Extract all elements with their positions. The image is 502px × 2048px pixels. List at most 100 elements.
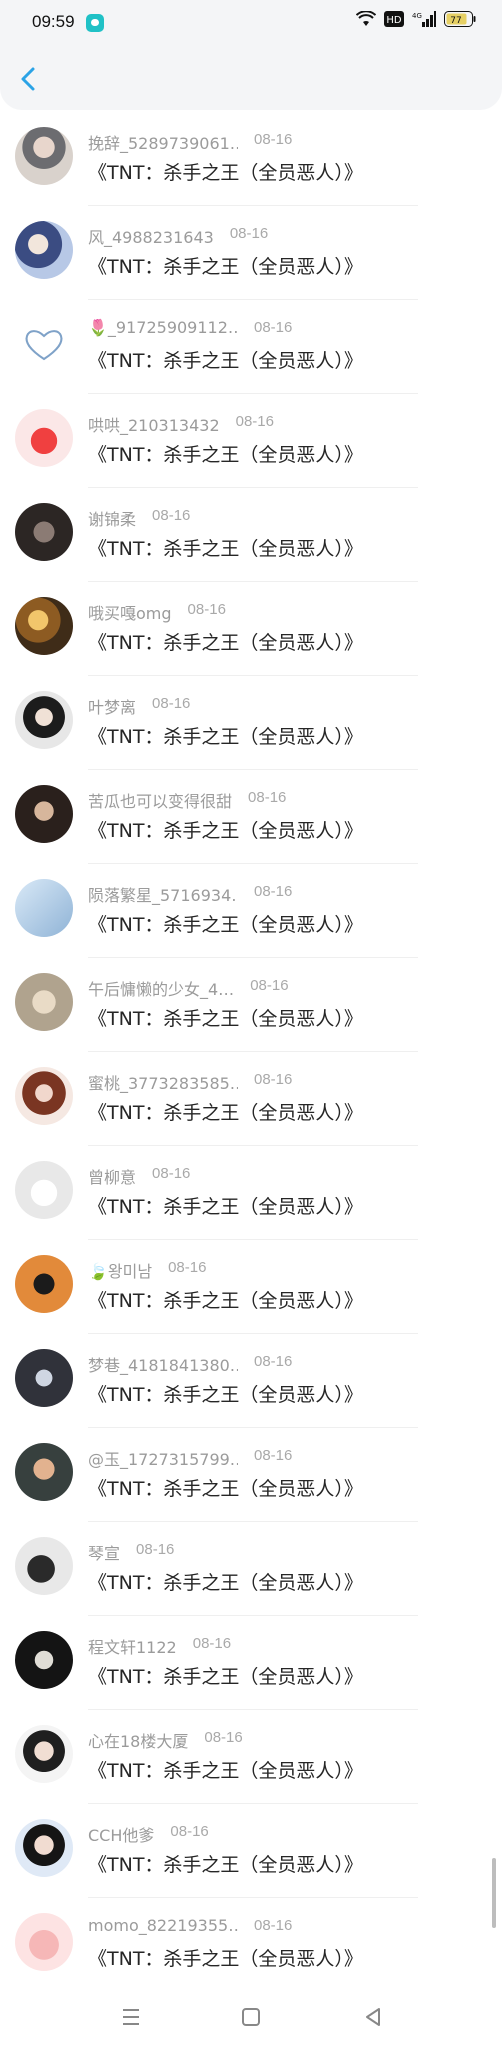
avatar[interactable] — [15, 879, 73, 937]
menu-button[interactable] — [116, 2002, 146, 2032]
comment-date: 08-16 — [152, 507, 191, 524]
comment-text: 《TNT：杀手之王（全员恶人）》 — [88, 1948, 363, 1970]
list-item[interactable]: 风_4988231643 08-16 《TNT：杀手之王（全员恶人）》 — [0, 206, 502, 300]
list-item[interactable]: momo_82219355… 08-16 《TNT：杀手之王（全员恶人）》 — [0, 1898, 502, 1992]
comment-date: 08-16 — [254, 131, 293, 148]
comment-text: 《TNT：杀手之王（全员恶人）》 — [88, 1290, 363, 1312]
avatar[interactable] — [15, 1067, 73, 1125]
avatar[interactable] — [15, 1443, 73, 1501]
list-item[interactable]: 叶梦离 08-16 《TNT：杀手之王（全员恶人）》 — [0, 676, 502, 770]
avatar[interactable] — [15, 1255, 73, 1313]
avatar[interactable] — [15, 315, 73, 373]
list-item[interactable]: 琴宣 08-16 《TNT：杀手之王（全员恶人）》 — [0, 1522, 502, 1616]
username[interactable]: 苦瓜也可以变得很甜 — [88, 788, 232, 812]
list-item[interactable]: 🌷_91725909112… 08-16 《TNT：杀手之王（全员恶人）》 — [0, 300, 502, 394]
comment-text: 《TNT：杀手之王（全员恶人）》 — [88, 820, 363, 842]
username[interactable]: 曾柳意 — [88, 1164, 136, 1188]
username[interactable]: 琴宣 — [88, 1540, 120, 1564]
list-item[interactable]: 苦瓜也可以变得很甜 08-16 《TNT：杀手之王（全员恶人）》 — [0, 770, 502, 864]
chat-app-icon — [86, 14, 104, 32]
username[interactable]: 风_4988231643 — [88, 224, 214, 248]
list-item[interactable]: 心在18楼大厦 08-16 《TNT：杀手之王（全员恶人）》 — [0, 1710, 502, 1804]
list-item[interactable]: 挽辞_5289739061… 08-16 《TNT：杀手之王（全员恶人）》 — [0, 112, 502, 206]
avatar[interactable] — [15, 1349, 73, 1407]
list-item[interactable]: 曾柳意 08-16 《TNT：杀手之王（全员恶人）》 — [0, 1146, 502, 1240]
avatar[interactable] — [15, 1725, 73, 1783]
comment-text: 《TNT：杀手之王（全员恶人）》 — [88, 1666, 363, 1688]
list-item[interactable]: CCH他爹 08-16 《TNT：杀手之王（全员恶人）》 — [0, 1804, 502, 1898]
status-bar: 09:59 HD 4G 77 — [0, 0, 502, 46]
back-triangle-icon — [366, 2008, 380, 2026]
username[interactable]: 梦巷_4181841380… — [88, 1352, 238, 1376]
list-item[interactable]: 午后慵懒的少女_4… 08-16 《TNT：杀手之王（全员恶人）》 — [0, 958, 502, 1052]
comment-date: 08-16 — [254, 883, 293, 900]
back-button[interactable] — [14, 64, 44, 94]
avatar[interactable] — [15, 221, 73, 279]
avatar[interactable] — [15, 127, 73, 185]
avatar[interactable] — [15, 597, 73, 655]
username[interactable]: 谢锦柔 — [88, 506, 136, 530]
avatar[interactable] — [15, 1631, 73, 1689]
avatar[interactable] — [15, 1161, 73, 1219]
username[interactable]: 蜜桃_3773283585… — [88, 1070, 238, 1094]
list-item[interactable]: 蜜桃_3773283585… 08-16 《TNT：杀手之王（全员恶人）》 — [0, 1052, 502, 1146]
comment-text: 《TNT：杀手之王（全员恶人）》 — [88, 1102, 363, 1124]
avatar[interactable] — [15, 1913, 73, 1971]
list-item[interactable]: 🍃왕미남 08-16 《TNT：杀手之王（全员恶人）》 — [0, 1240, 502, 1334]
list-item[interactable]: 哄哄_210313432 08-16 《TNT：杀手之王（全员恶人）》 — [0, 394, 502, 488]
comment-text: 《TNT：杀手之王（全员恶人）》 — [88, 1760, 363, 1782]
username[interactable]: 哦买嘎omg — [88, 600, 172, 624]
battery-icon: 77 — [444, 11, 476, 27]
comment-date: 08-16 — [254, 1917, 293, 1934]
scrollbar[interactable] — [492, 1858, 496, 1928]
list-item[interactable]: @玉_1727315799… 08-16 《TNT：杀手之王（全员恶人）》 — [0, 1428, 502, 1522]
hd-label: HD — [386, 15, 402, 26]
list-item[interactable]: 程文轩1122 08-16 《TNT：杀手之王（全员恶人）》 — [0, 1616, 502, 1710]
status-icons: HD 4G 77 — [356, 11, 476, 27]
list-item[interactable]: 哦买嘎omg 08-16 《TNT：杀手之王（全员恶人）》 — [0, 582, 502, 676]
username[interactable]: momo_82219355… — [88, 1916, 238, 1935]
comment-text: 《TNT：杀手之王（全员恶人）》 — [88, 914, 363, 936]
network-label: 4G — [412, 12, 422, 20]
avatar[interactable] — [15, 691, 73, 749]
comment-date: 08-16 — [168, 1259, 207, 1276]
avatar[interactable] — [15, 503, 73, 561]
username[interactable]: 挽辞_5289739061… — [88, 130, 238, 154]
home-square-icon — [242, 2008, 260, 2026]
username[interactable]: @玉_1727315799… — [88, 1446, 238, 1470]
comment-text: 《TNT：杀手之王（全员恶人）》 — [88, 1008, 363, 1030]
avatar[interactable] — [15, 1819, 73, 1877]
username[interactable]: 🍃왕미남 — [88, 1258, 152, 1282]
list-item[interactable]: 陨落繁星_5716934… 08-16 《TNT：杀手之王（全员恶人）》 — [0, 864, 502, 958]
username[interactable]: CCH他爹 — [88, 1822, 154, 1846]
list-item[interactable]: 谢锦柔 08-16 《TNT：杀手之王（全员恶人）》 — [0, 488, 502, 582]
home-button[interactable] — [236, 2002, 266, 2032]
username[interactable]: 叶梦离 — [88, 694, 136, 718]
avatar[interactable] — [15, 973, 73, 1031]
comment-text: 《TNT：杀手之王（全员恶人）》 — [88, 632, 363, 654]
comment-date: 08-16 — [254, 1071, 293, 1088]
signal-icon: 4G — [412, 11, 436, 27]
avatar[interactable] — [15, 785, 73, 843]
comment-date: 08-16 — [170, 1823, 209, 1840]
username[interactable]: 午后慵懒的少女_4… — [88, 976, 234, 1000]
system-back-button[interactable] — [358, 2002, 388, 2032]
comment-date: 08-16 — [254, 1353, 293, 1370]
avatar[interactable] — [15, 409, 73, 467]
username[interactable]: 陨落繁星_5716934… — [88, 882, 238, 906]
username[interactable]: 哄哄_210313432 — [88, 412, 220, 436]
comment-date: 08-16 — [250, 977, 289, 994]
username[interactable]: 🌷_91725909112… — [88, 318, 238, 337]
comment-date: 08-16 — [235, 413, 274, 430]
comment-text: 《TNT：杀手之王（全员恶人）》 — [88, 1196, 363, 1218]
comment-text: 《TNT：杀手之王（全员恶人）》 — [88, 726, 363, 748]
wifi-icon — [356, 11, 376, 26]
comment-text: 《TNT：杀手之王（全员恶人）》 — [88, 1854, 363, 1876]
comment-date: 08-16 — [152, 1165, 191, 1182]
comment-date: 08-16 — [254, 1447, 293, 1464]
username[interactable]: 心在18楼大厦 — [88, 1728, 188, 1752]
avatar[interactable] — [15, 1537, 73, 1595]
username[interactable]: 程文轩1122 — [88, 1634, 177, 1658]
heart-outline-icon — [25, 330, 63, 361]
list-item[interactable]: 梦巷_4181841380… 08-16 《TNT：杀手之王（全员恶人）》 — [0, 1334, 502, 1428]
